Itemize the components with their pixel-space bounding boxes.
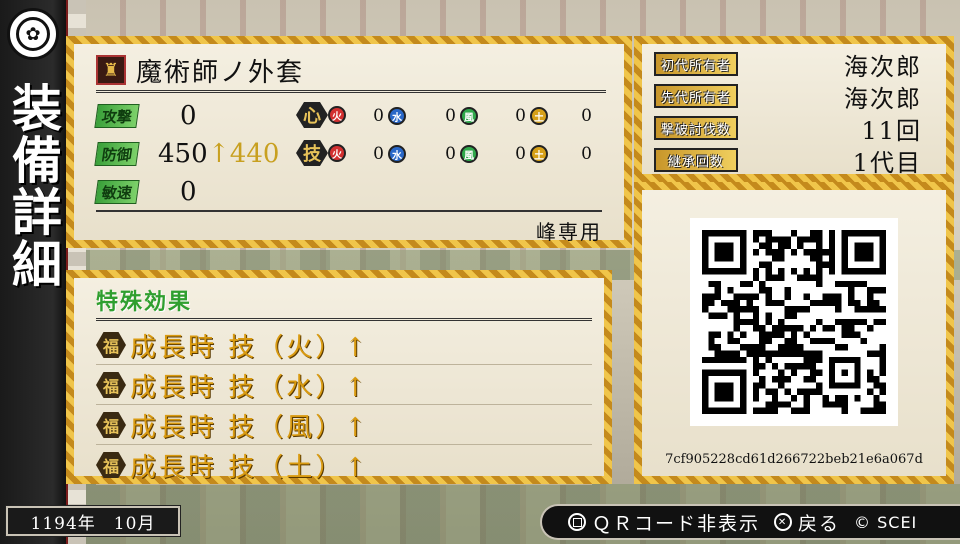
stat-value: 0 (180, 101, 197, 131)
stat-label: 敏速 (94, 180, 140, 204)
fortune-badge-icon: 福 (96, 412, 126, 438)
fortune-badge-icon: 福 (96, 332, 126, 358)
qr-hash-text: 7cf905228cd61d266722beb21e6a067d (665, 452, 923, 467)
stat-value: 450 (158, 139, 208, 169)
stat-bonus: ↑440 (208, 139, 280, 169)
kokoro-earth-value: 0 (581, 106, 592, 126)
owner-label: 撃破討伐数 (654, 116, 738, 140)
owner-row-kills: 撃破討伐数 11回 (654, 114, 938, 145)
item-header: ♜ 魔術師ノ外套 (96, 50, 606, 93)
special-effect-text: 成長時 技（火）↑ (130, 332, 370, 363)
owner-row-previous: 先代所有者 海次郎 (654, 82, 938, 113)
water-element-icon: 水 (388, 145, 406, 163)
stat-row-speed: 敏速 0 (94, 174, 230, 210)
water-element-icon: 水 (388, 107, 406, 125)
owner-label: 先代所有者 (654, 84, 738, 108)
side-banner: ✿ 装備詳細 (0, 0, 66, 544)
qr-code-image (702, 230, 886, 414)
owner-label: 初代所有者 (654, 52, 738, 76)
fortune-badge-icon: 福 (96, 452, 126, 478)
special-effect-text: 成長時 技（水）↑ (130, 372, 370, 403)
item-stats-panel: ♜ 魔術師ノ外套 攻撃 0 防御 450 ↑440 敏速 0 心 火 0水 0風… (66, 36, 632, 248)
qr-hide-button[interactable]: ＱＲコード非表示 (568, 509, 760, 536)
owner-value: 1代目 (852, 148, 922, 177)
stat-value: 0 (180, 177, 197, 207)
waza-fire-value: 0水 (368, 144, 406, 164)
copyright: © SCEI (854, 512, 918, 532)
earth-element-icon: 土 (530, 107, 548, 125)
kokoro-label: 心 (296, 102, 328, 128)
stat-label: 防御 (94, 142, 140, 166)
exclusive-label: 峰専用 (536, 220, 602, 244)
earth-element-icon: 土 (530, 145, 548, 163)
stat-row-defense: 防御 450 ↑440 (94, 136, 280, 172)
waza-water-value: 0風 (440, 144, 478, 164)
special-effect-text: 成長時 技（風）↑ (130, 412, 370, 443)
back-label: 戻る (798, 512, 841, 535)
fortune-badge-icon: 福 (96, 372, 126, 398)
fire-element-icon: 火 (328, 144, 346, 162)
screen-title: 装備詳細 (4, 82, 63, 290)
owner-value: 海次郎 (844, 52, 922, 81)
back-button[interactable]: ✕ 戻る (774, 509, 840, 536)
qr-hide-label: ＱＲコード非表示 (592, 512, 761, 535)
owner-label: 継承回数 (654, 148, 738, 172)
special-effect-row: 福 成長時 技（火）↑ (96, 326, 592, 365)
cross-button-icon: ✕ (774, 513, 793, 531)
owner-row-first: 初代所有者 海次郎 (654, 50, 938, 81)
owner-row-inheritance: 継承回数 1代目 (654, 146, 938, 177)
kokoro-water-value: 0風 (440, 106, 478, 126)
game-date: 1194年 10月 (5, 505, 181, 537)
qr-panel: 7cf905228cd61d266722beb21e6a067d (634, 182, 954, 484)
special-effect-row: 福 成長時 技（土）↑ (96, 446, 592, 485)
special-effect-row: 福 成長時 技（風）↑ (96, 406, 592, 445)
special-effect-row: 福 成長時 技（水）↑ (96, 366, 592, 405)
item-name: 魔術師ノ外套 (136, 57, 305, 88)
wind-element-icon: 風 (460, 107, 478, 125)
special-effects-title: 特殊効果 (96, 282, 592, 321)
button-guide-bar: ＱＲコード非表示 ✕ 戻る © SCEI (540, 504, 960, 540)
wind-element-icon: 風 (460, 145, 478, 163)
armor-icon: ♜ (96, 55, 126, 85)
qr-code (690, 218, 898, 426)
owner-panel: 初代所有者 海次郎 先代所有者 海次郎 撃破討伐数 11回 継承回数 1代目 (634, 36, 954, 182)
fire-element-icon: 火 (328, 106, 346, 124)
waza-fire: 火 (328, 144, 346, 162)
owner-value: 海次郎 (844, 84, 922, 113)
waza-earth-value: 0 (581, 144, 592, 164)
special-effects-panel: 特殊効果 福 成長時 技（火）↑ 福 成長時 技（水）↑ 福 成長時 技（風）↑… (66, 270, 612, 485)
stat-label: 攻撃 (94, 104, 140, 128)
kokoro-fire: 火 (328, 106, 346, 124)
square-button-icon (568, 513, 586, 531)
kokoro-fire-value: 0水 (368, 106, 406, 126)
family-crest-icon: ✿ (7, 8, 59, 60)
waza-label: 技 (296, 140, 328, 166)
kokoro-wind-value: 0土 (510, 106, 548, 126)
stat-row-attack: 攻撃 0 (94, 98, 230, 134)
divider (96, 210, 602, 212)
owner-value: 11回 (861, 116, 922, 145)
special-effect-text: 成長時 技（土）↑ (130, 452, 370, 483)
waza-wind-value: 0土 (510, 144, 548, 164)
